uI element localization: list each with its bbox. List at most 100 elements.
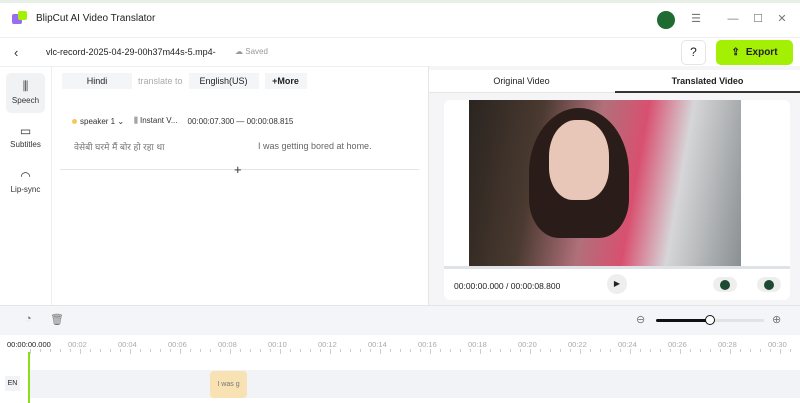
speaker-select[interactable]: speaker 1 ⌄ — [72, 117, 124, 126]
speed-icon[interactable]: ◔ — [25, 313, 32, 325]
zoom-slider-handle[interactable] — [705, 315, 715, 325]
ruler-tick — [650, 349, 651, 352]
ruler-tick — [260, 349, 261, 352]
ruler-tick — [120, 349, 121, 352]
ruler-tick — [330, 349, 331, 354]
tab-translated-video[interactable]: Translated Video — [615, 76, 800, 93]
close-button[interactable]: ✕ — [772, 10, 792, 28]
ruler-tick — [640, 349, 641, 352]
ruler-tick — [510, 349, 511, 352]
ruler-tick — [720, 349, 721, 352]
ruler-tick — [460, 349, 461, 352]
timeline-clip[interactable]: I was g — [210, 371, 247, 398]
ruler-tick — [430, 349, 431, 354]
ruler-tick — [170, 349, 171, 352]
user-avatar[interactable] — [657, 11, 675, 29]
ruler-label: 00:02 — [68, 340, 87, 349]
ruler-tick — [710, 349, 711, 352]
preview-tabs: Original Video Translated Video — [429, 70, 800, 93]
ruler-tick — [130, 349, 131, 354]
sidebar-item-speech[interactable]: ⫼ Speech — [6, 73, 45, 113]
sidebar-label: Subtitles — [10, 140, 41, 149]
ruler-tick — [570, 349, 571, 352]
cloud-icon: ☁ — [235, 47, 246, 56]
ruler-tick — [190, 349, 191, 352]
subtitles-icon: ▭ — [19, 124, 32, 138]
ruler-tick — [590, 349, 591, 352]
waveform-icon: ⫼ — [22, 79, 29, 93]
ruler-label: 00:22 — [568, 340, 587, 349]
video-subject-face — [549, 120, 609, 200]
ruler-tick — [560, 349, 561, 352]
subtitle-toggle-button[interactable] — [757, 277, 781, 292]
minimize-button[interactable]: — — [723, 10, 743, 28]
ruler-tick — [300, 349, 301, 352]
video-time: 00:00:00.000 / 00:00:08.800 — [454, 281, 561, 291]
ruler-tick — [780, 349, 781, 354]
ruler-label: 00:30 — [768, 340, 787, 349]
video-progress-bar[interactable] — [444, 266, 790, 269]
sidebar-label: Speech — [11, 96, 40, 105]
ruler-tick — [110, 349, 111, 352]
export-label: Export — [745, 47, 778, 58]
video-option-button[interactable] — [713, 277, 737, 292]
ruler-tick — [530, 349, 531, 354]
translated-text[interactable]: I was getting bored at home. — [258, 141, 372, 151]
saved-label: Saved — [245, 47, 268, 56]
sidebar-item-subtitles[interactable]: ▭ Subtitles — [6, 118, 45, 158]
timeline-track[interactable] — [28, 370, 800, 398]
ruler-tick — [250, 349, 251, 352]
ruler-tick — [320, 349, 321, 352]
ruler-tick — [30, 349, 31, 354]
ruler-tick — [770, 349, 771, 352]
tab-original-video[interactable]: Original Video — [429, 76, 614, 86]
zoom-out-icon[interactable]: ⊖ — [636, 313, 645, 326]
ruler-tick — [470, 349, 471, 352]
ruler-tick — [630, 349, 631, 354]
ruler-label: 00:14 — [368, 340, 387, 349]
ruler-label: 00:18 — [468, 340, 487, 349]
ruler-tick — [450, 349, 451, 352]
speaker-label: speaker 1 — [80, 116, 116, 126]
speaker-dot — [72, 118, 77, 124]
ruler-start: 00:00:00.000 — [7, 340, 51, 349]
ruler-tick — [180, 349, 181, 354]
zoom-in-icon[interactable]: ⊕ — [772, 313, 781, 326]
ruler-label: 00:12 — [318, 340, 337, 349]
ruler-tick — [670, 349, 671, 352]
ruler-tick — [420, 349, 421, 352]
ruler-tick — [380, 349, 381, 354]
ruler-tick — [40, 349, 41, 352]
ruler-tick — [610, 349, 611, 352]
ruler-tick — [520, 349, 521, 352]
ruler-tick — [70, 349, 71, 352]
ruler-tick — [480, 349, 481, 354]
ruler-tick — [660, 349, 661, 352]
ruler-tick — [350, 349, 351, 352]
ruler-tick — [210, 349, 211, 352]
export-button[interactable]: ⇪ Export — [716, 40, 793, 65]
add-segment-button[interactable]: + — [234, 162, 242, 177]
more-languages-button[interactable]: +More — [264, 73, 307, 89]
target-language[interactable]: English(US) — [188, 73, 259, 89]
ruler-tick — [790, 349, 791, 352]
share-icon — [720, 279, 730, 290]
maximize-button[interactable]: ☐ — [748, 10, 768, 28]
ruler-tick — [410, 349, 411, 352]
zoom-slider-fill — [656, 319, 710, 322]
help-button[interactable]: ? — [681, 40, 706, 65]
video-frame[interactable] — [469, 100, 741, 266]
source-language[interactable]: Hindi — [62, 73, 132, 89]
file-name: vlc-record-2025-04-29-00h37m44s-5.mp4- — [46, 47, 216, 57]
ruler-label: 00:04 — [118, 340, 137, 349]
ruler-tick — [160, 349, 161, 352]
menu-icon[interactable]: ☰ — [686, 10, 706, 28]
source-text[interactable]: वेसेबी घरमे मैं बोर हो रहा था — [74, 140, 164, 153]
voice-select[interactable]: ⫼ Instant V... — [134, 116, 177, 126]
delete-icon[interactable]: 🗑 — [50, 313, 64, 326]
sidebar-item-lip-sync[interactable]: ◠ Lip-sync — [6, 163, 45, 203]
back-button[interactable]: ‹ — [14, 45, 18, 60]
speech-panel — [52, 66, 428, 305]
playhead[interactable] — [28, 352, 30, 403]
play-button[interactable]: ▶ — [607, 274, 627, 294]
